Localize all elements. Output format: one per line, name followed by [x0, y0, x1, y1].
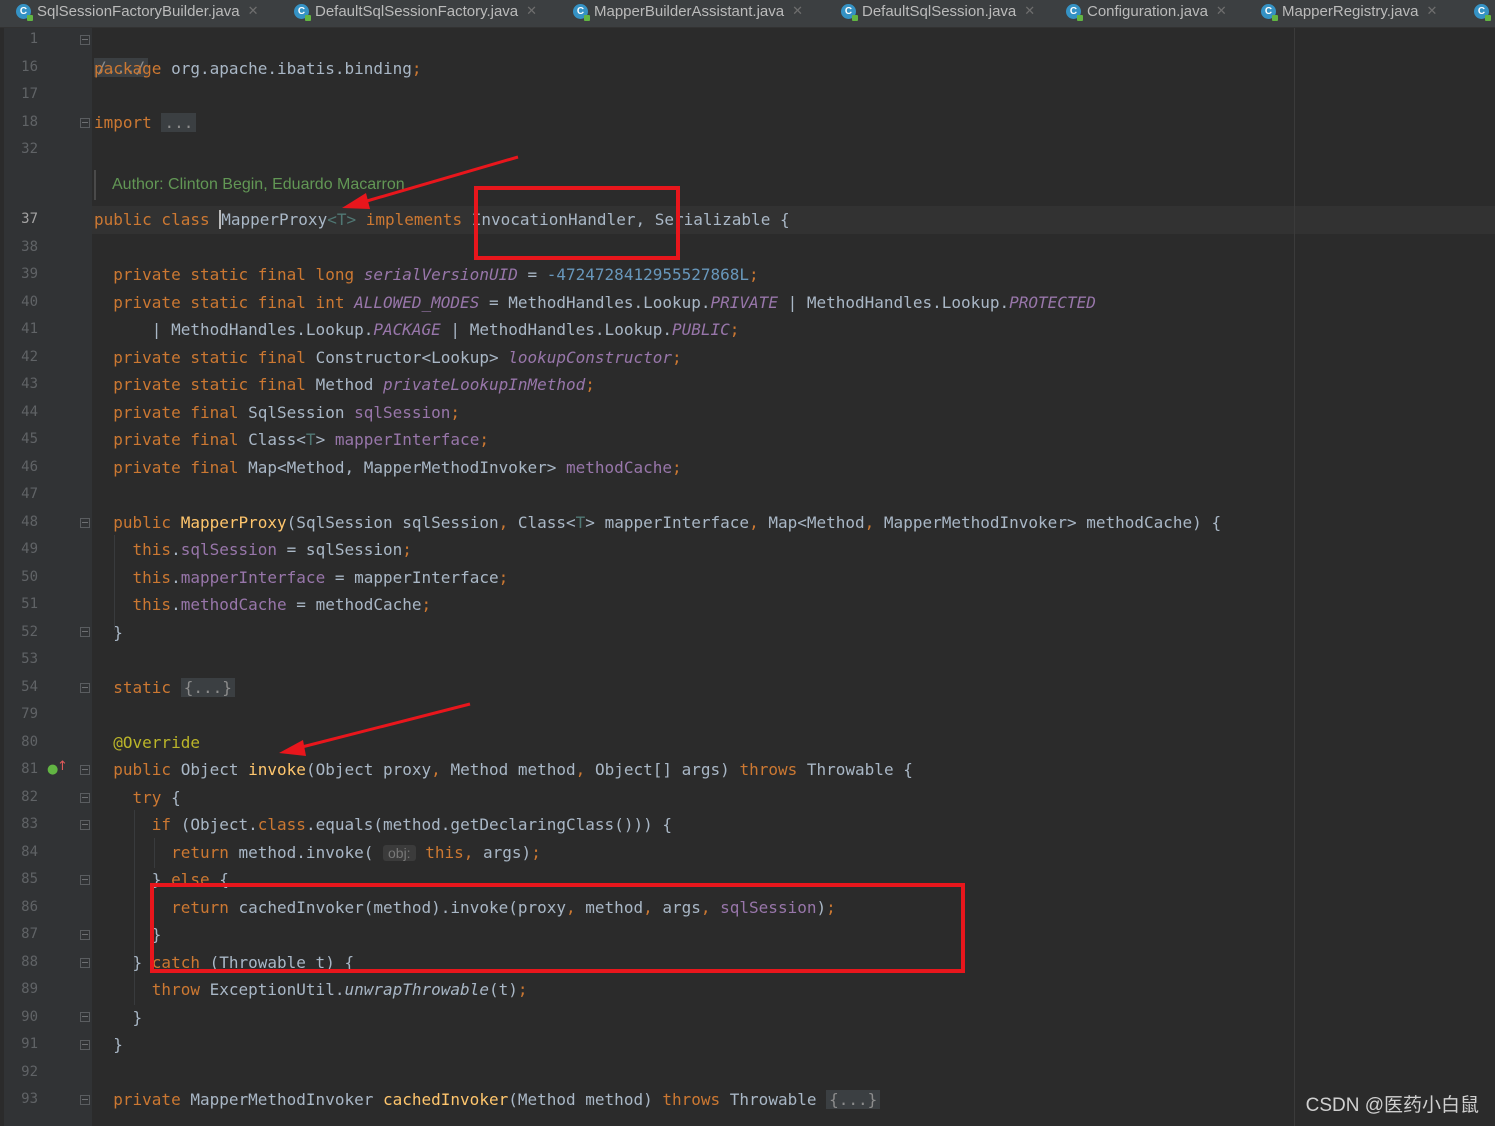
- arrow-to-invoke: [279, 702, 471, 756]
- watermark: CSDN @医药小白鼠: [1305, 1095, 1479, 1116]
- arrow-to-mapperproxy: [342, 155, 519, 209]
- annotation-arrows: [279, 155, 519, 756]
